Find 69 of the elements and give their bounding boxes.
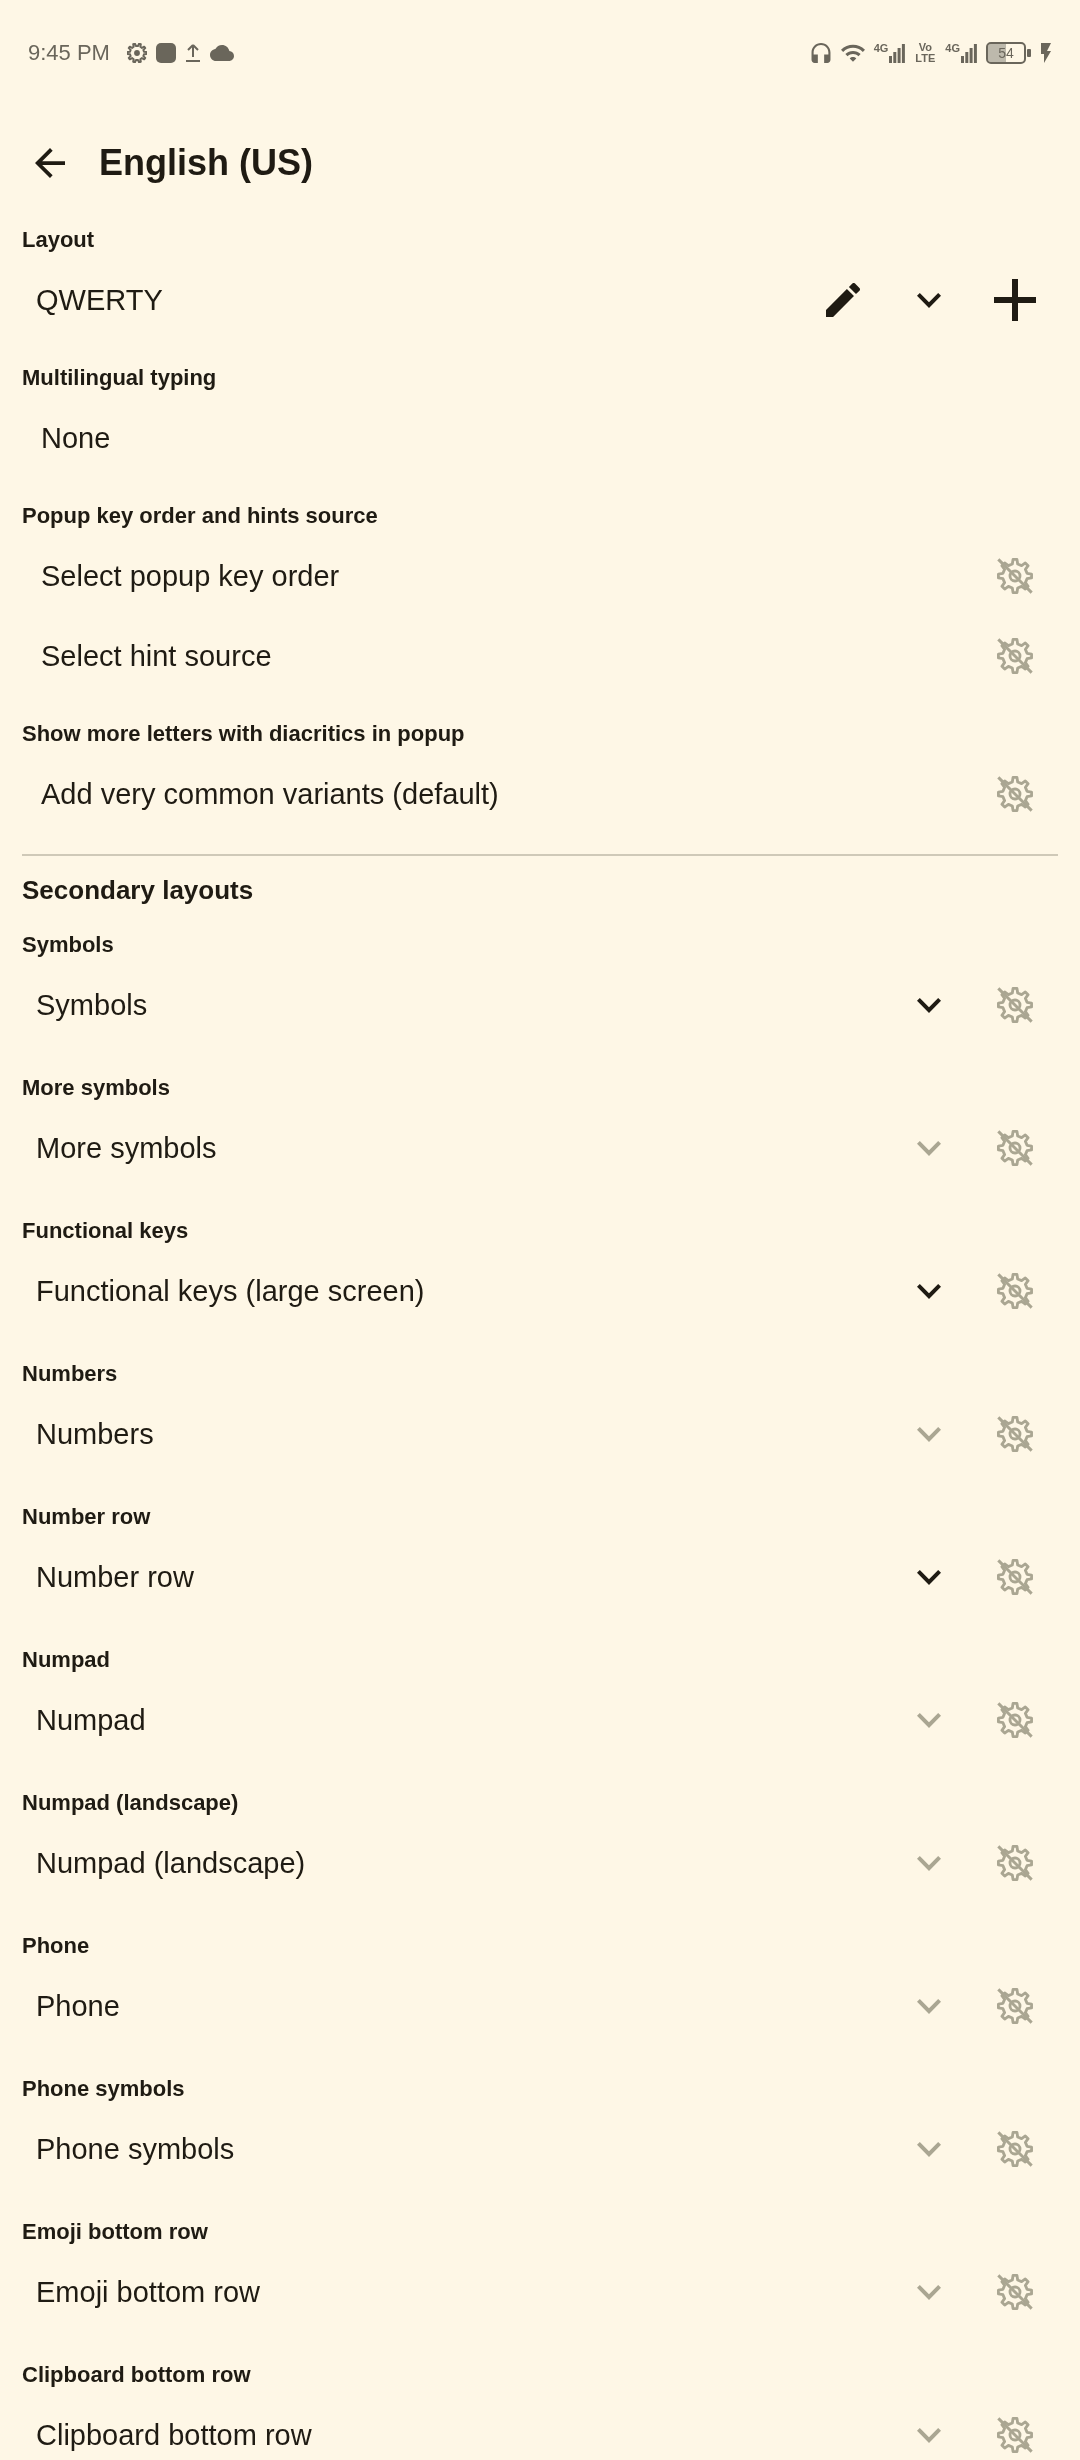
setting-value[interactable]: Add very common variants (default) <box>41 777 499 811</box>
dropdown-value[interactable]: Numpad (landscape) <box>36 1846 306 1880</box>
setting-value[interactable]: Select popup key order <box>41 559 340 593</box>
setting-label: Numpad <box>21 1646 111 1674</box>
gear-slash-icon[interactable] <box>996 557 1034 595</box>
dropdown-value[interactable]: Clipboard bottom row <box>36 2418 312 2452</box>
dropdown-value[interactable]: Phone symbols <box>36 2132 235 2166</box>
chevron-down-icon[interactable] <box>917 997 941 1013</box>
gear-slash-icon[interactable] <box>996 1558 1034 1596</box>
section-heading: Secondary layouts <box>21 874 255 907</box>
gear-slash-icon[interactable] <box>996 1701 1034 1739</box>
dropdown-value[interactable]: Phone <box>36 1989 120 2023</box>
setting-value[interactable]: None <box>41 421 111 455</box>
dropdown-value[interactable]: Number row <box>36 1560 194 1594</box>
cloud-icon <box>209 43 234 63</box>
setting-label: Number row <box>21 1503 152 1531</box>
bolt-icon <box>1040 43 1052 63</box>
setting-label: Numbers <box>21 1360 119 1388</box>
network-type-label: 4G <box>873 43 889 54</box>
gear-slash-icon[interactable] <box>996 1987 1034 2025</box>
gear-slash-icon[interactable] <box>996 1415 1034 1453</box>
setting-label: Popup key order and hints source <box>21 502 379 530</box>
plus-icon[interactable] <box>994 279 1036 321</box>
setting-label: Multilingual typing <box>21 364 218 392</box>
gear-slash-icon[interactable] <box>996 2416 1034 2454</box>
gear-slash-icon[interactable] <box>996 637 1034 675</box>
setting-label: Layout <box>21 226 96 254</box>
gear-slash-icon[interactable] <box>996 1129 1034 1167</box>
chevron-down-icon[interactable] <box>917 292 941 308</box>
pencil-icon[interactable] <box>826 283 860 317</box>
setting-label: More symbols <box>21 1074 171 1102</box>
dropdown-value[interactable]: Symbols <box>36 988 148 1022</box>
dropdown-value[interactable]: Numbers <box>36 1417 154 1451</box>
gear-slash-icon[interactable] <box>996 2130 1034 2168</box>
setting-label: Emoji bottom row <box>21 2218 209 2246</box>
setting-label: Numpad (landscape) <box>21 1789 240 1817</box>
setting-label: Symbols <box>21 931 115 959</box>
signal-icon <box>889 43 906 63</box>
setting-label: Show more letters with diacritics in popup <box>21 720 466 748</box>
dropdown-value[interactable]: Emoji bottom row <box>36 2275 260 2309</box>
battery-tip-icon <box>1027 49 1031 57</box>
dropdown-value[interactable]: Numpad <box>36 1703 146 1737</box>
setting-value[interactable]: Select hint source <box>41 639 272 673</box>
setting-label: Phone symbols <box>21 2075 186 2103</box>
gear-slash-icon[interactable] <box>996 1844 1034 1882</box>
chevron-down-icon[interactable] <box>917 1283 941 1299</box>
battery-indicator: 54 <box>986 42 1026 64</box>
headphones-icon <box>809 43 832 63</box>
network-type-label: 4G <box>945 43 960 54</box>
gear-icon <box>126 43 147 63</box>
setting-label: Phone <box>21 1932 91 1960</box>
dropdown-value[interactable]: QWERTY <box>36 283 163 317</box>
dropdown-value[interactable]: Functional keys (large screen) <box>36 1274 425 1308</box>
square-icon <box>155 43 176 63</box>
setting-label: Functional keys <box>21 1217 190 1245</box>
chevron-down-icon[interactable] <box>917 1569 941 1585</box>
back-icon[interactable] <box>35 148 65 178</box>
dropdown-value[interactable]: More symbols <box>36 1131 217 1165</box>
volte-label: Vo LTE <box>914 42 937 64</box>
gear-slash-icon[interactable] <box>996 986 1034 1024</box>
gear-slash-icon[interactable] <box>996 2273 1034 2311</box>
upload-icon <box>184 43 201 63</box>
page-title: English (US) <box>99 142 313 184</box>
wifi-icon <box>840 43 865 63</box>
status-time: 9:45 PM <box>28 40 110 66</box>
signal-icon <box>961 43 977 63</box>
gear-slash-icon[interactable] <box>996 775 1034 813</box>
gear-slash-icon[interactable] <box>996 1272 1034 1310</box>
setting-label: Clipboard bottom row <box>21 2361 252 2389</box>
